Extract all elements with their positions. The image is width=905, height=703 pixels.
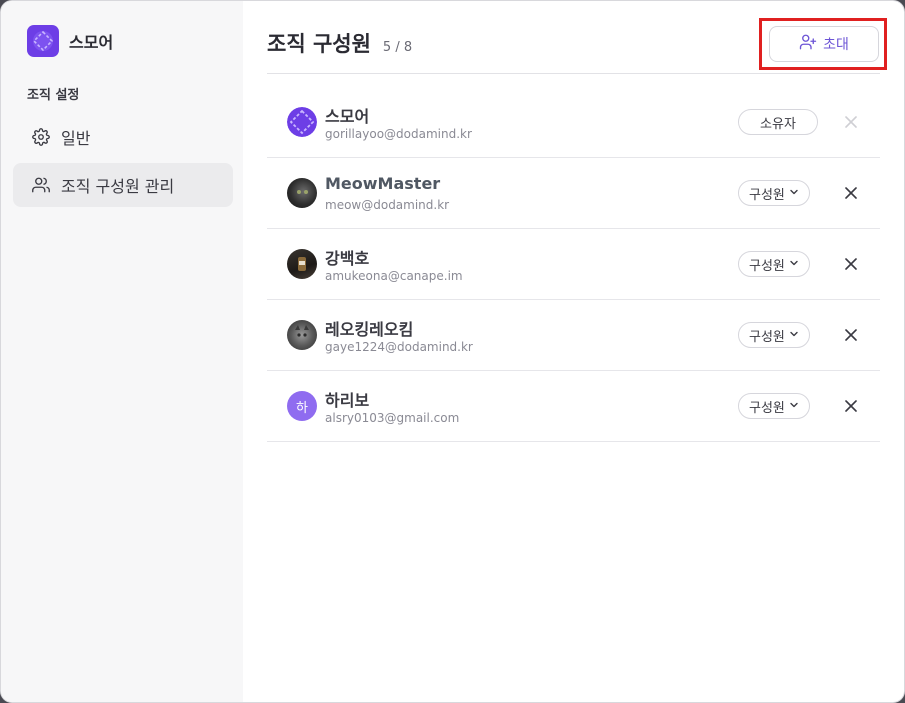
close-icon	[845, 255, 857, 274]
list-item: 강백호 amukeona@canape.im 구성원	[267, 229, 880, 300]
role-label: 소유자	[760, 116, 796, 132]
member-email: gorillayoo@dodamind.kr	[325, 127, 472, 141]
sidebar-item-label: 조직 구성원 관리	[61, 177, 175, 196]
role-badge: 소유자	[738, 109, 818, 135]
close-icon	[845, 397, 857, 416]
gear-icon	[31, 127, 51, 147]
org-header[interactable]: 스모어	[27, 25, 113, 57]
divider	[267, 73, 880, 74]
avatar	[287, 178, 317, 208]
user-plus-icon	[799, 33, 817, 55]
role-label: 구성원	[749, 329, 785, 345]
member-email: gaye1224@dodamind.kr	[325, 340, 473, 354]
invite-label: 초대	[823, 37, 849, 53]
remove-member-button[interactable]	[841, 254, 861, 274]
sidebar-item-members[interactable]: 조직 구성원 관리	[13, 163, 233, 207]
list-item: MeowMaster meow@dodamind.kr 구성원	[267, 158, 880, 229]
org-name: 스모어	[69, 33, 114, 52]
chevron-down-icon	[789, 257, 799, 272]
avatar	[287, 320, 317, 350]
remove-member-button[interactable]	[841, 325, 861, 345]
member-email: amukeona@canape.im	[325, 269, 463, 283]
role-label: 구성원	[749, 187, 785, 203]
sidebar-item-label: 일반	[61, 129, 91, 148]
smore-logo-icon	[27, 25, 59, 57]
invite-button[interactable]: 초대	[769, 26, 879, 62]
member-name: MeowMaster	[325, 174, 441, 193]
organization-settings-modal: 스모어 조직 설정 일반 조직 구성원 관리 조직 구성원 5 / 8 초대 스…	[0, 0, 905, 703]
member-name: 스모어	[325, 107, 370, 126]
member-count: 5 / 8	[382, 40, 413, 55]
role-dropdown[interactable]: 구성원	[738, 180, 810, 206]
role-dropdown[interactable]: 구성원	[738, 251, 810, 277]
role-dropdown[interactable]: 구성원	[738, 393, 810, 419]
chevron-down-icon	[789, 186, 799, 201]
sidebar-item-general[interactable]: 일반	[13, 115, 233, 159]
close-icon	[845, 184, 857, 203]
avatar-initial: 하	[296, 400, 308, 416]
main-content: 조직 구성원 5 / 8 초대 스모어 gorillayoo@dodamind.…	[267, 1, 887, 702]
list-item: 레오킹레오킴 gaye1224@dodamind.kr 구성원	[267, 300, 880, 371]
title-row: 조직 구성원 5 / 8	[267, 28, 412, 58]
close-icon	[845, 326, 857, 345]
member-email: meow@dodamind.kr	[325, 198, 450, 212]
page-title: 조직 구성원	[267, 32, 371, 56]
remove-member-button[interactable]	[841, 183, 861, 203]
role-label: 구성원	[749, 258, 785, 274]
remove-member-button[interactable]	[841, 396, 861, 416]
member-list: 스모어 gorillayoo@dodamind.kr 소유자 MeowMaste…	[267, 87, 880, 442]
users-icon	[31, 175, 51, 195]
list-item: 하 하리보 alsry0103@gmail.com 구성원	[267, 371, 880, 442]
chevron-down-icon	[789, 399, 799, 414]
member-name: 강백호	[325, 249, 370, 268]
sidebar: 스모어 조직 설정 일반 조직 구성원 관리	[1, 1, 243, 702]
remove-member-button	[841, 112, 861, 132]
list-item: 스모어 gorillayoo@dodamind.kr 소유자	[267, 87, 880, 158]
member-email: alsry0103@gmail.com	[325, 411, 460, 425]
avatar: 하	[287, 391, 317, 421]
section-label: 조직 설정	[27, 88, 80, 103]
avatar	[287, 249, 317, 279]
avatar	[287, 107, 317, 137]
role-label: 구성원	[749, 400, 785, 416]
close-icon	[845, 113, 857, 132]
role-dropdown[interactable]: 구성원	[738, 322, 810, 348]
member-name: 레오킹레오킴	[325, 320, 414, 339]
chevron-down-icon	[789, 328, 799, 343]
member-name: 하리보	[325, 391, 370, 410]
